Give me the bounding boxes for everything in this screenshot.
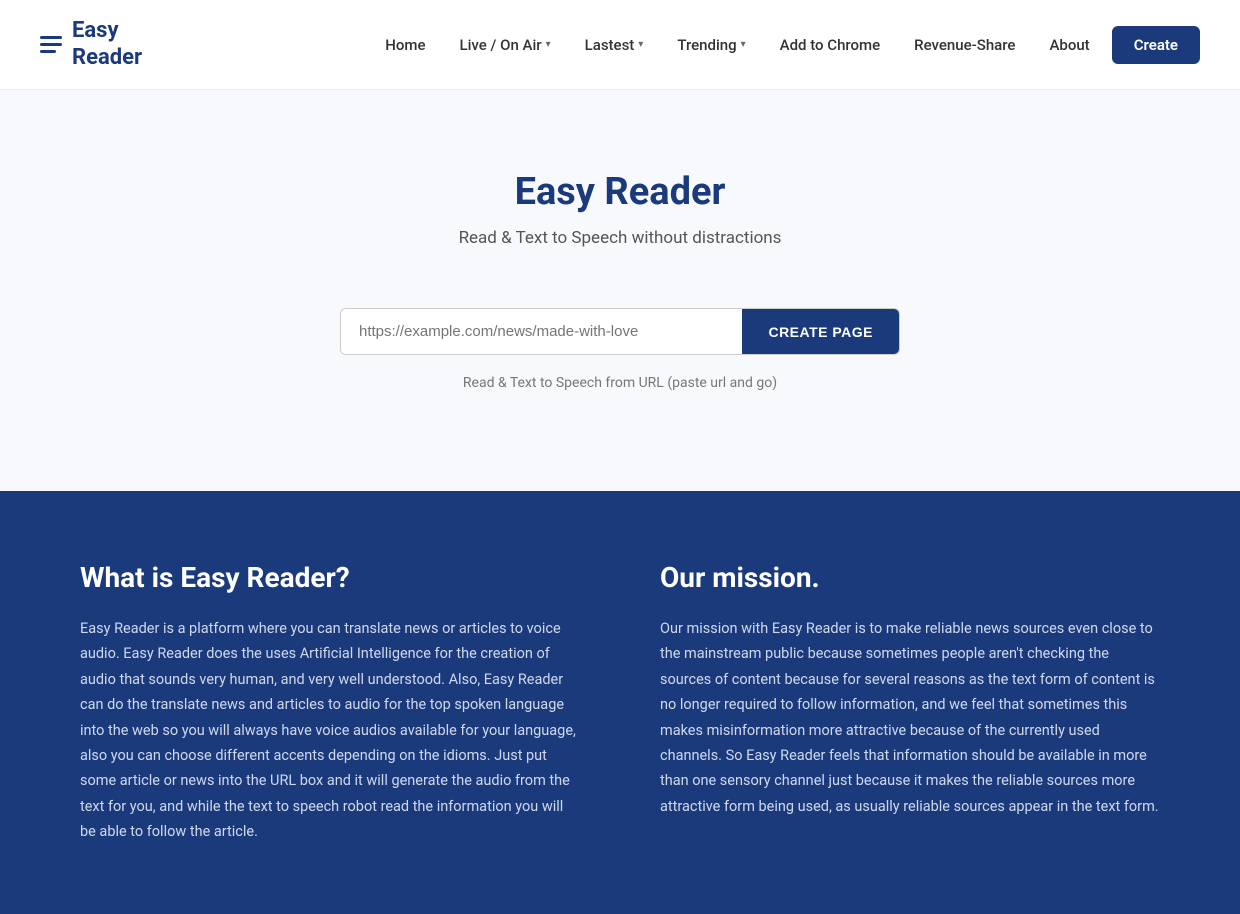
nav-home[interactable]: Home <box>373 28 437 62</box>
url-input-bar: CREATE PAGE <box>340 308 900 355</box>
content-section: What is Easy Reader? Easy Reader is a pl… <box>0 491 1240 914</box>
what-is-col: What is Easy Reader? Easy Reader is a pl… <box>80 561 580 844</box>
nav-lastest[interactable]: Lastest ▾ <box>573 28 656 62</box>
url-input[interactable] <box>341 309 742 354</box>
navbar: Easy Reader Home Live / On Air ▾ Lastest… <box>0 0 1240 90</box>
mission-col: Our mission. Our mission with Easy Reade… <box>660 561 1160 844</box>
chevron-down-icon: ▾ <box>546 39 551 50</box>
hero-hint: Read & Text to Speech from URL (paste ur… <box>40 375 1200 391</box>
what-is-heading: What is Easy Reader? <box>80 561 580 594</box>
nav-trending[interactable]: Trending ▾ <box>665 28 757 62</box>
brand-icon <box>40 36 62 53</box>
nav-about[interactable]: About <box>1037 28 1101 62</box>
chevron-down-icon: ▾ <box>741 39 746 50</box>
nav-revenue[interactable]: Revenue-Share <box>902 28 1027 62</box>
nav-add-chrome[interactable]: Add to Chrome <box>768 28 893 62</box>
mission-heading: Our mission. <box>660 561 1160 594</box>
hero-section: Easy Reader Read & Text to Speech withou… <box>0 90 1240 491</box>
nav-live[interactable]: Live / On Air ▾ <box>448 28 563 62</box>
hero-subtitle: Read & Text to Speech without distractio… <box>40 228 1200 248</box>
chevron-down-icon: ▾ <box>638 39 643 50</box>
what-is-body: Easy Reader is a platform where you can … <box>80 616 580 844</box>
brand-logo[interactable]: Easy Reader <box>40 18 142 71</box>
brand-name: Easy Reader <box>72 18 142 71</box>
nav-create-button[interactable]: Create <box>1112 26 1200 64</box>
hero-title: Easy Reader <box>40 170 1200 214</box>
mission-body: Our mission with Easy Reader is to make … <box>660 616 1160 819</box>
nav-links: Home Live / On Air ▾ Lastest ▾ Trending … <box>373 26 1200 64</box>
create-page-button[interactable]: CREATE PAGE <box>742 309 899 354</box>
